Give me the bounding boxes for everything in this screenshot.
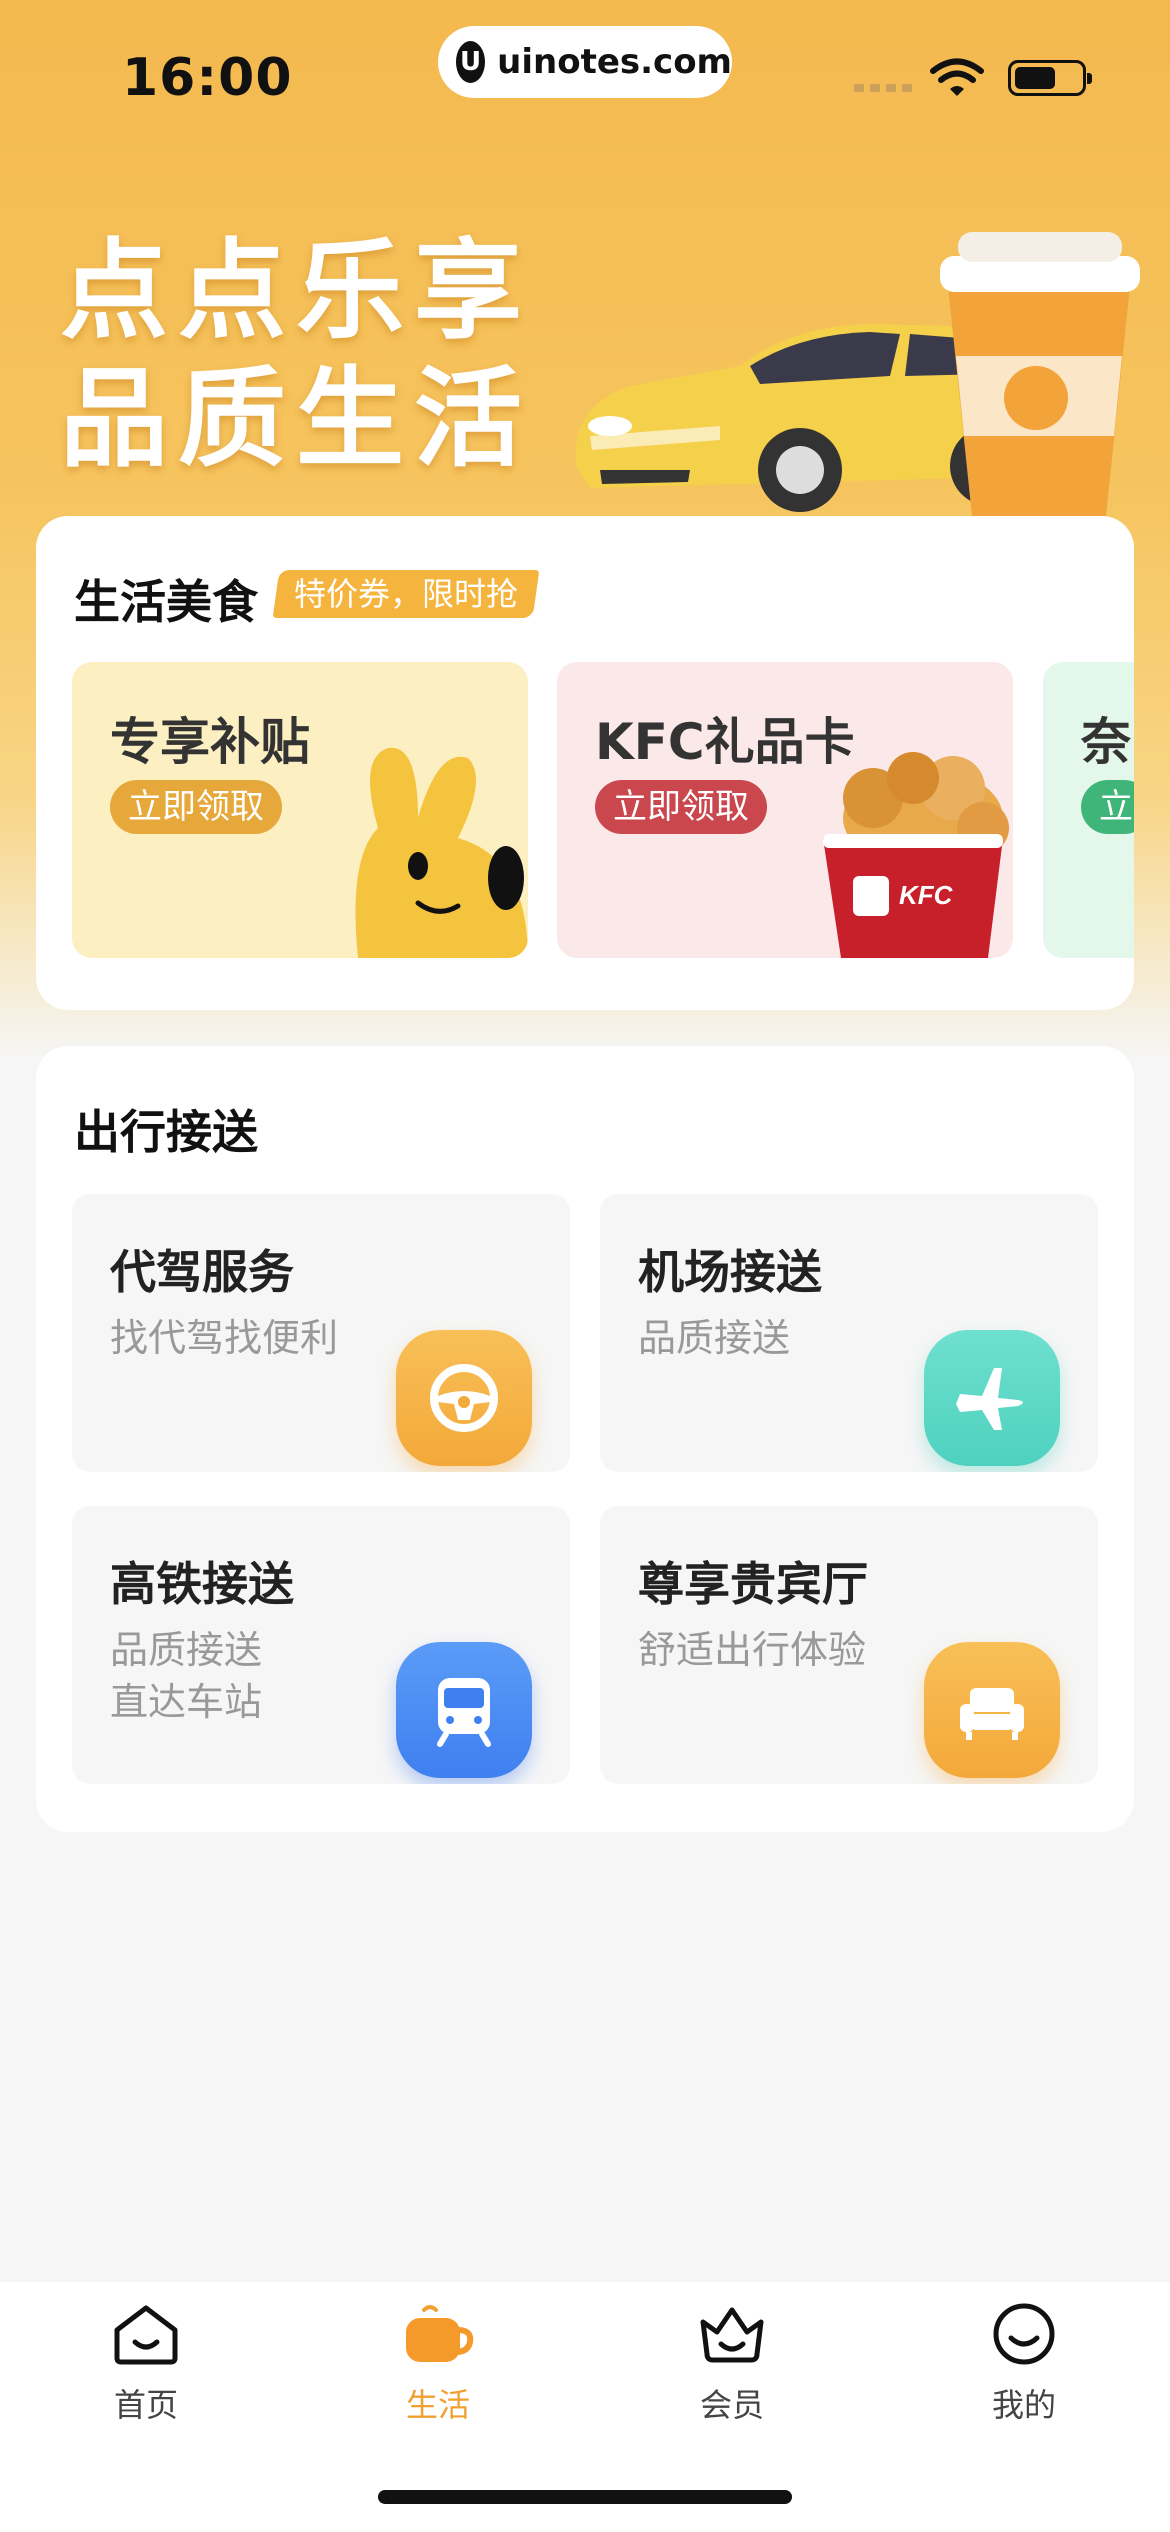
service-subtitle-line1: 品质接送 bbox=[110, 1628, 263, 1672]
crown-icon bbox=[700, 2307, 764, 2363]
tab-label: 会员 bbox=[699, 2386, 764, 2424]
steering-wheel-icon bbox=[396, 1330, 532, 1466]
promo-title: 奈 bbox=[1081, 713, 1131, 771]
travel-section: 出行接送 代驾服务 找代驾找便利 机场接送 品质接送 高铁接送 品质接送 直达车… bbox=[36, 1046, 1134, 1832]
service-title: 代驾服务 bbox=[110, 1245, 294, 1299]
cup-icon bbox=[406, 2305, 474, 2362]
status-bar: 16:00 U uinotes.com bbox=[0, 0, 1170, 140]
food-section: 生活美食 特价券，限时抢 专享补贴 立即领取 KFC礼品卡 立即领取 KFC 奈… bbox=[36, 516, 1134, 1010]
sofa-icon bbox=[924, 1642, 1060, 1778]
hero-title-line1: 点点乐享 bbox=[60, 229, 533, 354]
fried-chicken-bucket-icon: KFC bbox=[823, 752, 1009, 958]
home-indicator[interactable] bbox=[378, 2490, 792, 2504]
claim-button[interactable]: 立即领取 bbox=[110, 780, 282, 834]
tab-label: 生活 bbox=[405, 2386, 470, 2424]
service-vip-lounge[interactable]: 尊享贵宾厅 舒适出行体验 bbox=[600, 1506, 1098, 1784]
service-train-transfer[interactable]: 高铁接送 品质接送 直达车站 bbox=[72, 1506, 570, 1784]
claim-button[interactable]: 立 bbox=[1081, 780, 1134, 834]
home-icon bbox=[114, 2305, 178, 2365]
cellular-signal-icon bbox=[854, 84, 912, 92]
tab-profile[interactable]: 我的 bbox=[944, 2302, 1104, 2426]
service-subtitle-line2: 直达车站 bbox=[110, 1680, 263, 1724]
status-time: 16:00 bbox=[122, 48, 293, 108]
smile-icon bbox=[993, 2303, 1055, 2365]
service-title: 机场接送 bbox=[638, 1245, 822, 1299]
food-section-title: 生活美食 bbox=[74, 575, 258, 629]
service-title: 高铁接送 bbox=[110, 1557, 294, 1611]
travel-section-title: 出行接送 bbox=[74, 1105, 258, 1159]
service-designated-driver[interactable]: 代驾服务 找代驾找便利 bbox=[72, 1194, 570, 1472]
tab-life[interactable]: 生活 bbox=[358, 2302, 518, 2426]
tab-membership[interactable]: 会员 bbox=[652, 2302, 812, 2426]
service-subtitle: 品质接送 直达车站 bbox=[110, 1624, 410, 1728]
promo-card-subsidy[interactable]: 专享补贴 立即领取 bbox=[72, 662, 528, 958]
promo-card-kfc[interactable]: KFC礼品卡 立即领取 KFC bbox=[557, 662, 1013, 958]
kfc-bucket-label: KFC bbox=[899, 880, 954, 910]
tab-label: 首页 bbox=[113, 2386, 178, 2424]
promo-title: 专享补贴 bbox=[110, 713, 310, 771]
service-subtitle: 舒适出行体验 bbox=[638, 1628, 867, 1672]
hero-title-line2: 品质生活 bbox=[60, 357, 533, 482]
service-subtitle: 品质接送 bbox=[638, 1316, 791, 1360]
train-icon bbox=[396, 1642, 532, 1778]
tab-home[interactable]: 首页 bbox=[66, 2302, 226, 2426]
promo-card-partial[interactable]: 奈 立 bbox=[1043, 662, 1134, 958]
claim-button[interactable]: 立即领取 bbox=[595, 780, 767, 834]
service-title: 尊享贵宾厅 bbox=[638, 1557, 868, 1611]
car-and-cup-illustration bbox=[575, 232, 1140, 516]
rabbit-mascot-icon bbox=[355, 747, 528, 958]
site-pill: U uinotes.com bbox=[438, 26, 732, 98]
site-logo-icon: U bbox=[456, 41, 486, 83]
service-subtitle: 找代驾找便利 bbox=[110, 1316, 339, 1360]
service-airport-transfer[interactable]: 机场接送 品质接送 bbox=[600, 1194, 1098, 1472]
wifi-icon bbox=[930, 58, 984, 96]
tab-label: 我的 bbox=[991, 2386, 1056, 2424]
airplane-icon bbox=[924, 1330, 1060, 1466]
hero-title: 点点乐享 品质生活 bbox=[60, 228, 532, 484]
battery-icon bbox=[1008, 60, 1092, 96]
promo-tag: 特价券，限时抢 bbox=[272, 570, 540, 618]
site-url: uinotes.com bbox=[497, 42, 732, 82]
